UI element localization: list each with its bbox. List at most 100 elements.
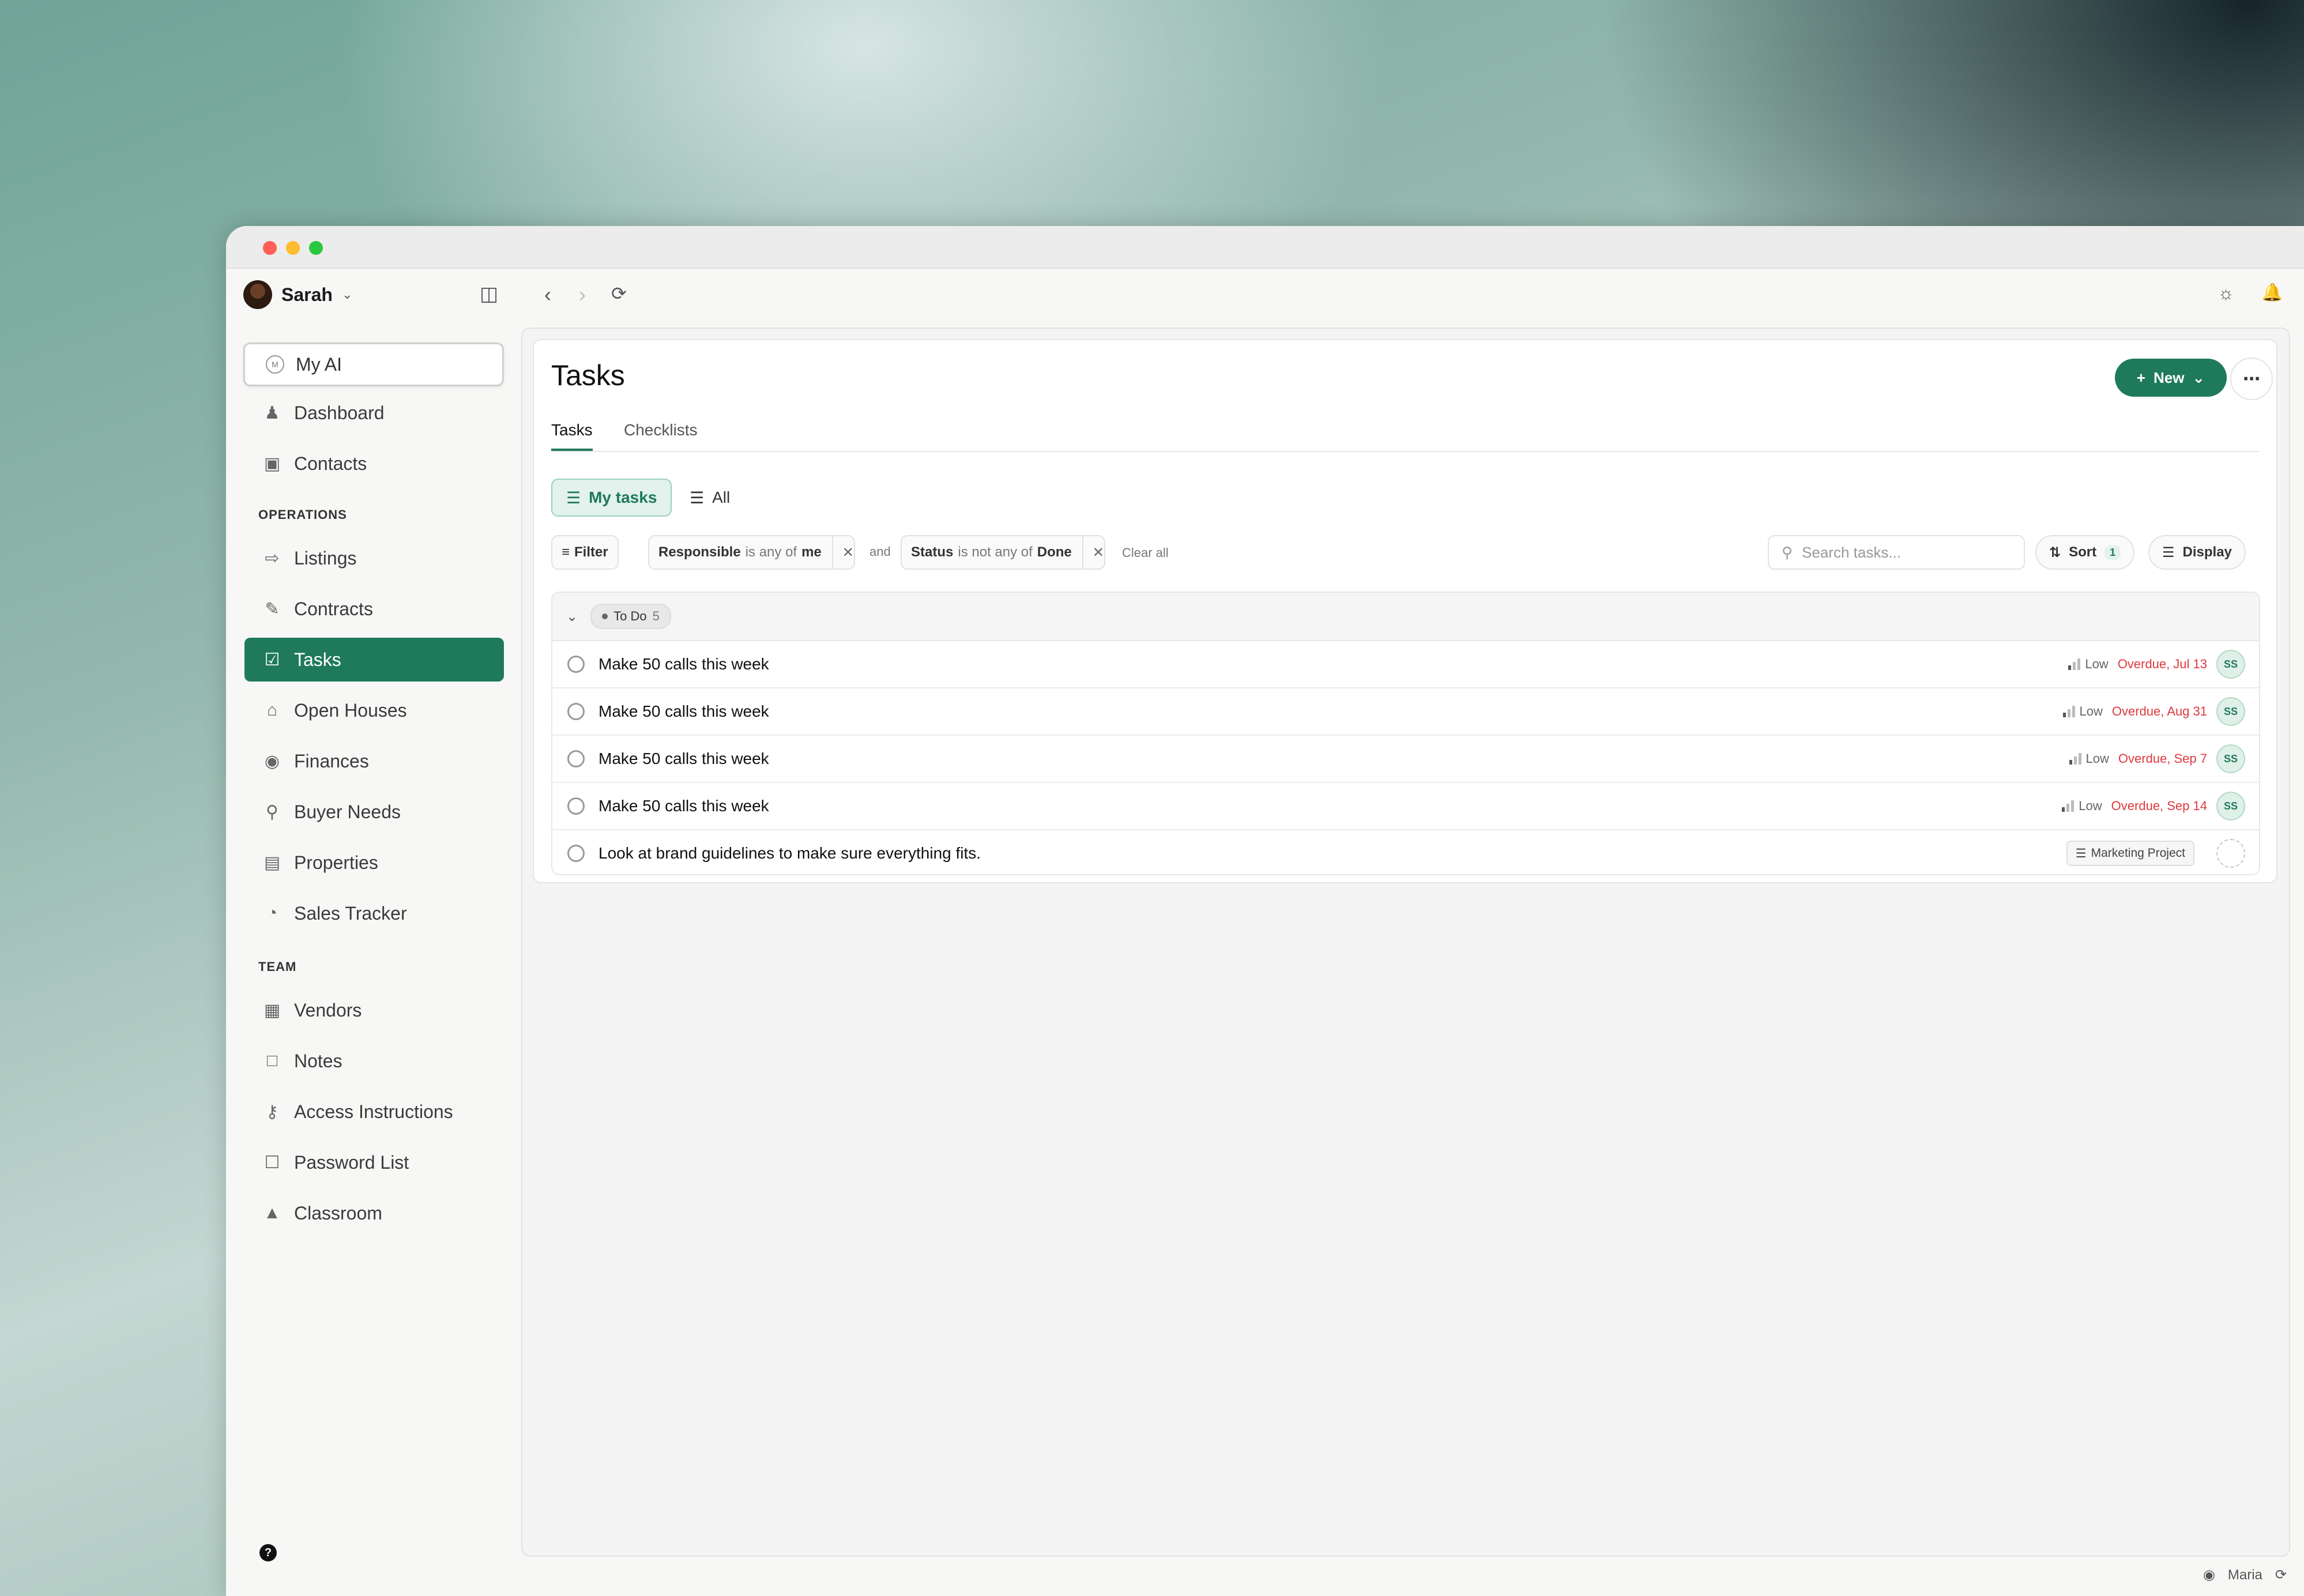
task-checkbox[interactable] bbox=[567, 797, 585, 815]
filter-button[interactable]: ≡ Filter bbox=[551, 535, 619, 570]
ai-icon: M bbox=[266, 355, 284, 374]
user-menu[interactable]: Sarah ⌄ bbox=[243, 280, 352, 309]
bell-icon[interactable]: 🔔 bbox=[2261, 283, 2283, 303]
task-meta: Low Overdue, Sep 7 SS bbox=[2069, 736, 2245, 782]
close-window-button[interactable] bbox=[263, 241, 277, 255]
sidebar-item-properties[interactable]: ▤ Properties bbox=[244, 841, 504, 884]
task-checkbox[interactable] bbox=[567, 703, 585, 720]
assignee-avatar[interactable]: SS bbox=[2216, 650, 2245, 679]
history-icon[interactable]: ⟳ bbox=[2275, 1567, 2287, 1583]
view-label: My tasks bbox=[589, 488, 657, 506]
priority[interactable]: Low bbox=[2062, 799, 2102, 814]
file-icon: □ bbox=[266, 1051, 278, 1070]
more-options-button[interactable]: ⋯ bbox=[2230, 357, 2273, 400]
my-ai-label: My AI bbox=[296, 353, 342, 375]
view-all[interactable]: ☰ All bbox=[676, 479, 744, 517]
chevron-down-icon: ⌄ bbox=[2192, 368, 2205, 386]
remove-filter-icon[interactable]: ✕ bbox=[1082, 535, 1104, 570]
forward-icon[interactable]: › bbox=[579, 283, 586, 307]
project-label: Marketing Project bbox=[2091, 846, 2185, 860]
sidebar-item-password-list[interactable]: ☐ Password List bbox=[244, 1140, 504, 1184]
unassigned-avatar[interactable] bbox=[2216, 839, 2245, 868]
task-title: Look at brand guidelines to make sure ev… bbox=[598, 844, 981, 862]
sidebar-item-finances[interactable]: ◉ Finances bbox=[244, 739, 504, 783]
history-icon[interactable]: ⟳ bbox=[611, 283, 627, 304]
table-row[interactable]: Make 50 calls this week Low Overdue, Sep… bbox=[552, 783, 2259, 830]
due-date[interactable]: Overdue, Sep 14 bbox=[2111, 799, 2207, 814]
sidebar-item-contacts[interactable]: ▣ Contacts bbox=[244, 442, 504, 485]
sidebar-item-label: Dashboard bbox=[294, 402, 385, 423]
sidebar-item-dashboard[interactable]: ♟ Dashboard bbox=[244, 391, 504, 435]
help-icon[interactable]: ? bbox=[259, 1544, 277, 1561]
sidebar-item-label: Properties bbox=[294, 852, 378, 873]
sidebar-item-label: Finances bbox=[294, 750, 369, 771]
remove-filter-icon[interactable]: ✕ bbox=[831, 535, 854, 570]
sidebar-item-buyer-needs[interactable]: ⚲ Buyer Needs bbox=[244, 790, 504, 834]
assignee-avatar[interactable]: SS bbox=[2216, 792, 2245, 820]
sidebar-item-contracts[interactable]: ✎ Contracts bbox=[244, 587, 504, 631]
filter-chip-responsible[interactable]: Responsible is any of me ✕ bbox=[648, 535, 855, 570]
page-title: Tasks bbox=[551, 359, 625, 392]
minimize-window-button[interactable] bbox=[286, 241, 300, 255]
title-bar bbox=[226, 226, 2304, 269]
task-checkbox[interactable] bbox=[567, 656, 585, 673]
sidebar-item-access-instructions[interactable]: ⚷ Access Instructions bbox=[244, 1090, 504, 1134]
clear-all-filters[interactable]: Clear all bbox=[1122, 545, 1169, 560]
table-row[interactable]: Make 50 calls this week Low Overdue, Sep… bbox=[552, 736, 2259, 783]
priority-label: Low bbox=[2085, 657, 2109, 671]
chevron-down-icon[interactable]: ⌄ bbox=[566, 608, 578, 625]
display-button[interactable]: ☰ Display bbox=[2148, 535, 2246, 570]
task-checkbox[interactable] bbox=[567, 750, 585, 767]
sidebar-item-sales-tracker[interactable]: ◔ Sales Tracker bbox=[244, 891, 504, 935]
task-checkbox[interactable] bbox=[567, 845, 585, 862]
sidebar-item-classroom[interactable]: ▲ Classroom bbox=[244, 1191, 504, 1235]
back-icon[interactable]: ‹ bbox=[544, 283, 551, 307]
sidebar-item-listings[interactable]: ⇨ Listings bbox=[244, 536, 504, 580]
due-date[interactable]: Overdue, Jul 13 bbox=[2118, 657, 2207, 672]
priority[interactable]: Low bbox=[2062, 704, 2103, 719]
assignee-avatar[interactable]: SS bbox=[2216, 744, 2245, 773]
graduation-cap-icon: ▲ bbox=[263, 1203, 281, 1222]
tab-tasks[interactable]: Tasks bbox=[551, 421, 593, 451]
project-chip[interactable]: ☰ Marketing Project bbox=[2066, 841, 2194, 866]
group-header[interactable]: ⌄ To Do 5 bbox=[552, 593, 2259, 641]
table-row[interactable]: Look at brand guidelines to make sure ev… bbox=[552, 830, 2259, 874]
filter-chip-status[interactable]: Status is not any of Done ✕ bbox=[901, 535, 1105, 570]
sort-label: Sort bbox=[2069, 544, 2097, 560]
sidebar-item-vendors[interactable]: ▦ Vendors bbox=[244, 988, 504, 1032]
filter-conjunction: and bbox=[869, 544, 891, 559]
search-input[interactable]: ⚲ Search tasks... bbox=[1768, 535, 2025, 570]
sidebar-toggle-icon[interactable]: ◫ bbox=[480, 283, 498, 306]
task-list: ⌄ To Do 5 Make 50 calls this week Low Ov… bbox=[551, 592, 2260, 875]
sort-button[interactable]: ⇅ Sort 1 bbox=[2035, 535, 2135, 570]
due-date[interactable]: Overdue, Sep 7 bbox=[2118, 751, 2207, 766]
maximize-window-button[interactable] bbox=[309, 241, 323, 255]
footer-user[interactable]: Maria bbox=[2228, 1567, 2262, 1583]
status-dot-icon bbox=[602, 613, 608, 619]
sidebar-item-label: Sales Tracker bbox=[294, 902, 407, 924]
sidebar-item-notes[interactable]: □ Notes bbox=[244, 1039, 504, 1083]
task-title: Make 50 calls this week bbox=[598, 750, 769, 767]
priority[interactable]: Low bbox=[2068, 657, 2109, 672]
top-bar: Sarah ⌄ ◫ ‹ › ⟳ ☼ 🔔 bbox=[226, 268, 2304, 323]
assignee-avatar[interactable]: SS bbox=[2216, 697, 2245, 726]
my-ai-button[interactable]: M My AI bbox=[243, 342, 504, 386]
task-meta: ☰ Marketing Project bbox=[2066, 830, 2245, 874]
new-button[interactable]: + New ⌄ bbox=[2115, 359, 2227, 397]
filter-label: Filter bbox=[574, 544, 608, 560]
sun-icon[interactable]: ☼ bbox=[2218, 283, 2234, 304]
due-date[interactable]: Overdue, Aug 31 bbox=[2112, 704, 2207, 719]
sign-in-icon: ⇨ bbox=[265, 548, 280, 568]
list-icon: ☰ bbox=[2075, 846, 2087, 860]
table-row[interactable]: Make 50 calls this week Low Overdue, Jul… bbox=[552, 641, 2259, 688]
table-row[interactable]: Make 50 calls this week Low Overdue, Aug… bbox=[552, 688, 2259, 736]
tab-checklists[interactable]: Checklists bbox=[624, 421, 698, 449]
view-my-tasks[interactable]: ☰ My tasks bbox=[551, 479, 672, 517]
view-label: All bbox=[712, 488, 731, 506]
tasks-card: Tasks + New ⌄ ⋯ Tasks Checklists ☰ My ta… bbox=[533, 339, 2277, 883]
priority[interactable]: Low bbox=[2069, 751, 2109, 766]
status-footer: ◉ Maria ⟳ bbox=[2203, 1567, 2287, 1583]
group-name: To Do bbox=[613, 609, 647, 623]
sidebar-item-open-houses[interactable]: ⌂ Open Houses bbox=[244, 688, 504, 732]
sidebar-item-tasks[interactable]: ☑ Tasks bbox=[244, 638, 504, 682]
